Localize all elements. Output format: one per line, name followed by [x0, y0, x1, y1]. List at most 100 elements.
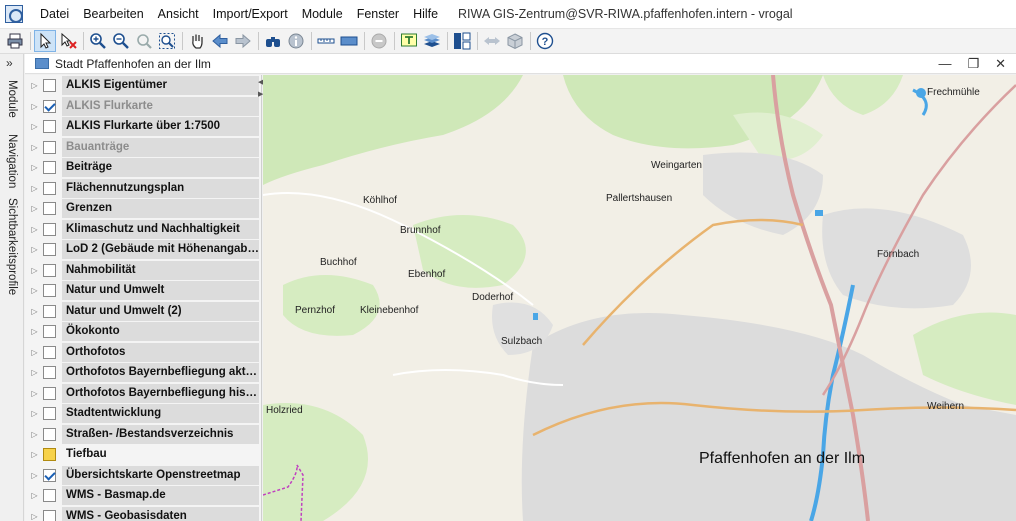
layer-checkbox[interactable] — [43, 509, 56, 521]
expand-panel-icon[interactable]: » — [6, 56, 13, 70]
minimize-button[interactable]: — — [938, 56, 951, 72]
layer-checkbox[interactable] — [43, 140, 56, 154]
expand-arrow-icon[interactable]: ▷ — [28, 225, 41, 234]
layer-checkbox[interactable] — [43, 407, 56, 420]
menu-fenster[interactable]: Fenster — [350, 7, 406, 21]
menu-hilfe[interactable]: Hilfe — [406, 7, 445, 21]
expand-arrow-icon[interactable]: ▷ — [28, 204, 41, 213]
layer-checkbox[interactable] — [43, 448, 56, 461]
expand-arrow-icon[interactable]: ▷ — [28, 122, 41, 131]
layer-row[interactable]: ▷ Ökokonto — [25, 322, 261, 341]
layer-checkbox[interactable] — [43, 325, 56, 338]
3d-box-icon[interactable] — [504, 30, 526, 52]
expand-arrow-icon[interactable]: ▷ — [28, 245, 41, 254]
layer-row[interactable]: ▷ ALKIS Flurkarte über 1:7500 — [25, 117, 261, 136]
zoom-extent-icon[interactable] — [156, 30, 178, 52]
layer-checkbox[interactable] — [43, 181, 56, 195]
expand-arrow-icon[interactable]: ▷ — [28, 450, 41, 459]
tab-sichtbarkeitsprofile[interactable]: Sichtbarkeitsprofile — [3, 198, 21, 298]
layout-icon[interactable] — [451, 30, 473, 52]
menu-ansicht[interactable]: Ansicht — [151, 7, 206, 21]
layer-checkbox[interactable] — [43, 468, 56, 482]
back-arrow-icon[interactable] — [209, 30, 231, 52]
layer-row[interactable]: ▷ Natur und Umwelt (2) — [25, 301, 261, 321]
layer-row[interactable]: ▷ Bauanträge — [25, 137, 261, 157]
layer-checkbox[interactable] — [43, 304, 56, 318]
expand-arrow-icon[interactable]: ▷ — [28, 266, 41, 275]
expand-arrow-icon[interactable]: ▷ — [28, 143, 41, 152]
expand-arrow-icon[interactable]: ▷ — [28, 430, 41, 439]
layer-row[interactable]: ▷ Nahmobilität — [25, 260, 261, 280]
expand-arrow-icon[interactable]: ▷ — [28, 389, 41, 398]
forward-arrow-icon[interactable] — [232, 30, 254, 52]
layer-checkbox[interactable] — [43, 161, 56, 174]
layer-checkbox[interactable] — [43, 99, 56, 113]
help-icon[interactable]: ? — [534, 30, 556, 52]
expand-arrow-icon[interactable]: ▷ — [28, 163, 41, 172]
layer-checkbox[interactable] — [43, 79, 56, 92]
zoom-out-icon[interactable] — [110, 30, 132, 52]
expand-arrow-icon[interactable]: ▷ — [28, 348, 41, 357]
layer-checkbox[interactable] — [43, 243, 56, 256]
select-pointer-icon[interactable] — [34, 30, 56, 52]
expand-arrow-icon[interactable]: ▷ — [28, 286, 41, 295]
layer-row[interactable]: ▷ ALKIS Flurkarte — [25, 96, 261, 116]
layer-checkbox[interactable] — [43, 427, 56, 441]
layer-row[interactable]: ▷ WMS - Basmap.de — [25, 486, 261, 505]
binoculars-icon[interactable] — [262, 30, 284, 52]
tab-module[interactable]: Module — [3, 80, 21, 126]
zoom-in-icon[interactable] — [87, 30, 109, 52]
layer-row[interactable]: ▷ Natur und Umwelt — [25, 281, 261, 300]
layer-checkbox[interactable] — [43, 489, 56, 502]
text-label-icon[interactable] — [398, 30, 420, 52]
info-icon[interactable] — [285, 30, 307, 52]
layer-row[interactable]: ▷ Orthofotos — [25, 342, 261, 362]
layer-row[interactable]: ▷ Orthofotos Bayernbefliegung aktuell — [25, 363, 261, 382]
layer-checkbox[interactable] — [43, 366, 56, 379]
layer-checkbox[interactable] — [43, 263, 56, 277]
3d-view-icon[interactable] — [481, 30, 503, 52]
expand-arrow-icon[interactable]: ▷ — [28, 471, 41, 480]
zoom-window-icon[interactable] — [133, 30, 155, 52]
expand-arrow-icon[interactable]: ▷ — [28, 327, 41, 336]
expand-arrow-icon[interactable]: ▷ — [28, 368, 41, 377]
layer-checkbox[interactable] — [43, 386, 56, 400]
layer-row[interactable]: ▷ Straßen- /Bestandsverzeichnis — [25, 424, 261, 444]
expand-arrow-icon[interactable]: ▷ — [28, 102, 41, 111]
layer-row[interactable]: ▷ Stadtentwicklung — [25, 404, 261, 423]
layer-checkbox[interactable] — [43, 222, 56, 236]
expand-arrow-icon[interactable]: ▷ — [28, 184, 41, 193]
restore-button[interactable]: ❐ — [967, 56, 979, 72]
layer-row[interactable]: ▷ WMS - Geobasisdaten — [25, 506, 261, 521]
expand-arrow-icon[interactable]: ▷ — [28, 307, 41, 316]
measure-distance-icon[interactable] — [315, 30, 337, 52]
layer-row[interactable]: ▷ Beiträge — [25, 158, 261, 177]
layer-row[interactable]: ▷ Übersichtskarte Openstreetmap — [25, 465, 261, 485]
expand-arrow-icon[interactable]: ▷ — [28, 409, 41, 418]
expand-arrow-icon[interactable]: ▷ — [28, 512, 41, 521]
expand-arrow-icon[interactable]: ▷ — [28, 81, 41, 90]
menu-bearbeiten[interactable]: Bearbeiten — [76, 7, 150, 21]
tab-navigation[interactable]: Navigation — [3, 134, 21, 194]
layer-checkbox[interactable] — [43, 202, 56, 215]
pan-hand-icon[interactable] — [186, 30, 208, 52]
clear-selection-icon[interactable] — [57, 30, 79, 52]
close-button[interactable]: ✕ — [995, 56, 1006, 72]
layer-row[interactable]: ▷ Grenzen — [25, 199, 261, 218]
print-icon[interactable] — [4, 30, 26, 52]
layer-row[interactable]: ▷ ALKIS Eigentümer — [25, 76, 261, 95]
menu-module[interactable]: Module — [295, 7, 350, 21]
map-view[interactable]: Frechmühle Weingarten Köhlhof Pallertsha… — [263, 75, 1016, 521]
menu-import-export[interactable]: Import/Export — [206, 7, 295, 21]
layer-row[interactable]: ▷ Orthofotos Bayernbefliegung historis... — [25, 383, 261, 403]
layer-checkbox[interactable] — [43, 284, 56, 297]
layer-checkbox[interactable] — [43, 345, 56, 359]
layer-row[interactable]: ▷ Tiefbau — [25, 445, 261, 464]
menu-datei[interactable]: Datei — [33, 7, 76, 21]
measure-area-icon[interactable] — [338, 30, 360, 52]
layer-row[interactable]: ▷ LoD 2 (Gebäude mit Höhenangabe u... — [25, 240, 261, 259]
layer-checkbox[interactable] — [43, 120, 56, 133]
expand-arrow-icon[interactable]: ▷ — [28, 491, 41, 500]
layer-row[interactable]: ▷ Klimaschutz und Nachhaltigkeit — [25, 219, 261, 239]
layers-icon[interactable] — [421, 30, 443, 52]
